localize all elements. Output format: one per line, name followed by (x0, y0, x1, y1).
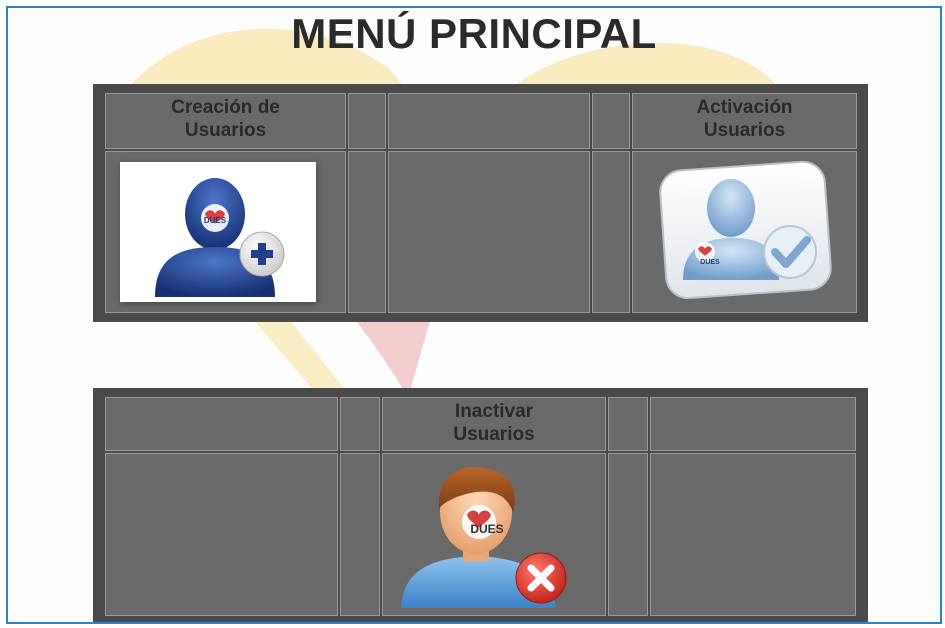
create-users-label-line1: Creación de (171, 97, 280, 118)
spacer-cell (348, 93, 386, 149)
empty-cell (105, 453, 338, 616)
activate-users-header[interactable]: Activación Usuarios (632, 93, 857, 149)
activate-users-label-line1: Activación (696, 97, 793, 118)
deactivate-users-label-line2: Usuarios (453, 424, 535, 445)
dues-badge: DUES (470, 522, 503, 536)
dues-badge: DUES (700, 259, 720, 266)
page-title: MENÚ PRINCIPAL (291, 10, 657, 57)
create-users-header[interactable]: Creación de Usuarios (105, 93, 346, 149)
deactivate-users-icon-cell[interactable]: DUES (382, 453, 606, 616)
add-user-icon[interactable]: DUES (120, 162, 316, 302)
spacer-cell (340, 397, 380, 451)
activate-users-icon-cell[interactable]: DUES (632, 151, 857, 313)
activate-users-label-line2: Usuarios (703, 120, 786, 141)
app-frame: MENÚ PRINCIPAL Creación de Usuarios Acti… (6, 6, 942, 624)
empty-cell (105, 397, 338, 451)
empty-cell (650, 453, 856, 616)
empty-cell (650, 397, 856, 451)
dues-badge: DUES (204, 216, 227, 225)
menu-table-bottom: Inactivar Usuarios DUES (93, 388, 868, 622)
spacer-cell (340, 453, 380, 616)
spacer-cell (608, 397, 648, 451)
deactivate-users-label-line1: Inactivar (454, 401, 534, 422)
spacer-cell (592, 93, 630, 149)
spacer-cell (608, 453, 648, 616)
empty-cell (388, 93, 590, 149)
deactivate-users-header[interactable]: Inactivar Usuarios (382, 397, 606, 451)
deactivate-user-icon[interactable]: DUES (391, 460, 596, 610)
spacer-cell (348, 151, 386, 313)
menu-table-top: Creación de Usuarios Activación Usuarios (93, 84, 868, 322)
create-users-label-line2: Usuarios (184, 120, 267, 141)
spacer-cell (592, 151, 630, 313)
empty-cell (388, 151, 590, 313)
activate-user-icon[interactable]: DUES (653, 160, 833, 302)
create-users-icon-cell[interactable]: DUES (105, 151, 346, 313)
